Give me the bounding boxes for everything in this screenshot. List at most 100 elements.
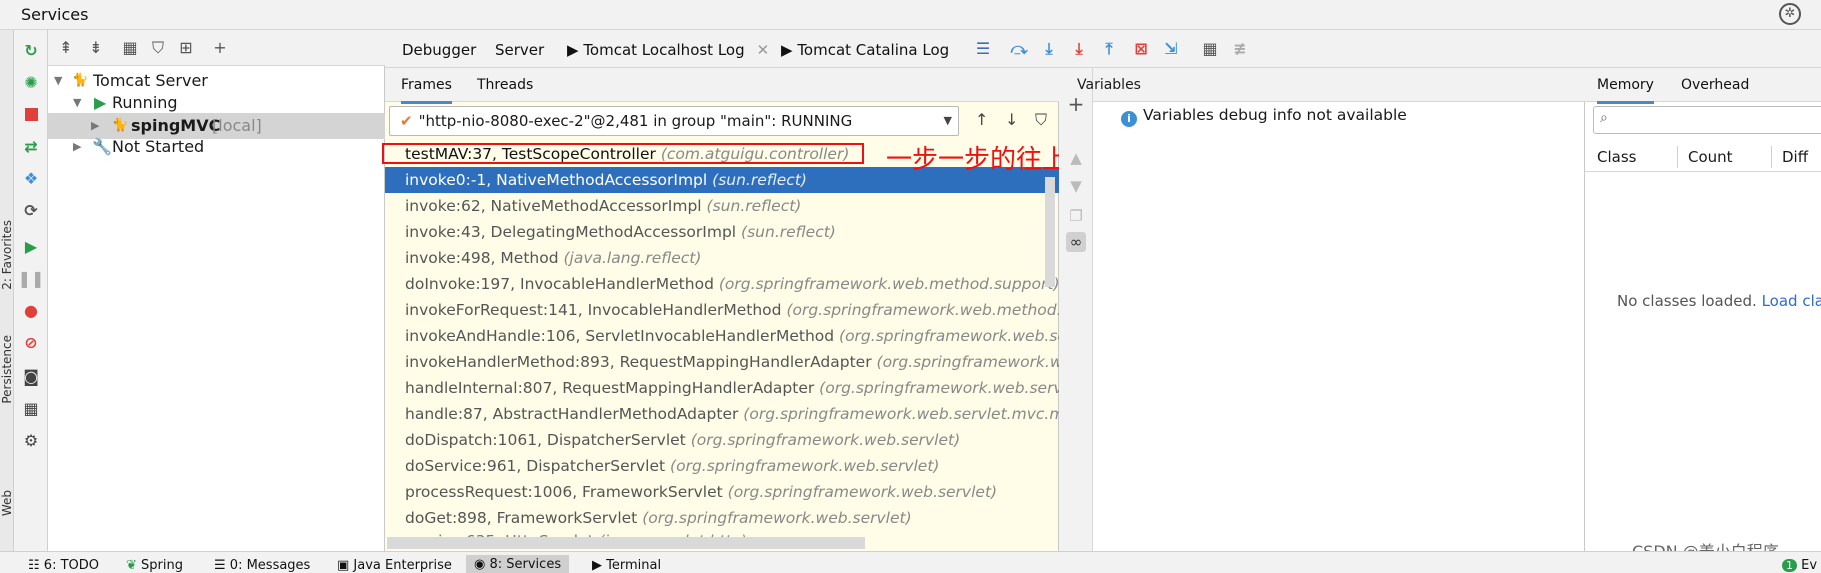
load-classes-link[interactable]: Load clas (1762, 292, 1821, 310)
view-breakpoints-icon[interactable]: ● (21, 300, 41, 320)
stack-frame[interactable]: processRequest:1006, FrameworkServlet (o… (385, 479, 1059, 505)
pause-icon[interactable]: ❚❚ (18, 268, 45, 288)
column-class[interactable]: Class (1597, 148, 1636, 166)
vertical-scrollbar[interactable] (1045, 177, 1055, 287)
stack-frame[interactable]: invokeForRequest:141, InvocableHandlerMe… (385, 297, 1059, 323)
copy-icon[interactable]: ❐ (1066, 206, 1086, 226)
refresh-icon[interactable]: ⟳ (21, 200, 41, 220)
frame-package: (org.springframework.web.servlet.mvc.met… (743, 405, 1059, 423)
tab-overhead[interactable]: Overhead (1681, 77, 1749, 93)
status-messages[interactable]: ☰ 0: Messages (214, 558, 310, 573)
update-app-icon[interactable]: ⇄ (21, 136, 41, 156)
tree-item-not-started[interactable]: ▶ 🔧 Not Started (48, 134, 385, 160)
frame-method: handle:87, AbstractHandlerMethodAdapter (405, 405, 739, 423)
status-services[interactable]: ◉ 8: Services (466, 555, 570, 573)
expand-all-icon[interactable]: ⇞ (56, 38, 76, 58)
frame-package: (sun.reflect) (706, 197, 802, 215)
mute-breakpoints-icon[interactable]: ⊘ (21, 332, 41, 352)
tab-threads[interactable]: Threads (477, 77, 533, 93)
trace-icon[interactable]: ≢ (1230, 39, 1250, 59)
show-execution-point-icon[interactable]: ☰ (973, 39, 993, 59)
tab-catalina-log[interactable]: ▶ Tomcat Catalina Log (781, 41, 949, 59)
stack-frame[interactable]: doService:961, DispatcherServlet (org.sp… (385, 453, 1059, 479)
web-tool-tab[interactable]: Web (0, 490, 14, 516)
resume-icon[interactable]: ▶ (21, 236, 41, 256)
column-count[interactable]: Count (1688, 148, 1733, 166)
stack-frame[interactable]: doInvoke:197, InvocableHandlerMethod (or… (385, 271, 1059, 297)
status-event-log[interactable]: 1 Ev (1782, 558, 1817, 573)
favorites-tool-tab[interactable]: 2: Favorites (0, 220, 14, 290)
previous-frame-icon[interactable]: ↑ (975, 110, 988, 129)
status-services-label: 8: Services (489, 557, 562, 572)
stack-frame[interactable]: doGet:898, FrameworkServlet (org.springf… (385, 505, 1059, 531)
persistence-tool-tab[interactable]: Persistence (0, 335, 14, 404)
run-to-cursor-icon[interactable]: ⇲ (1161, 39, 1181, 59)
stack-frame[interactable]: doDispatch:1061, DispatcherServlet (org.… (385, 427, 1059, 453)
tab-frames[interactable]: Frames (401, 77, 452, 104)
horizontal-scrollbar[interactable] (387, 537, 865, 549)
column-divider (1771, 146, 1772, 168)
frame-method: invokeForRequest:141, InvocableHandlerMe… (405, 301, 782, 319)
glasses-icon[interactable]: ∞ (1066, 232, 1086, 252)
filter-icon[interactable]: ⛉ (148, 38, 168, 58)
memory-search-input[interactable]: ⌕ (1593, 106, 1821, 134)
deploy-icon[interactable]: ❖ (21, 168, 41, 188)
services-action-column: ↻ ✺ ⇄ ❖ ⟳ ▶ ❚❚ ● ⊘ ◙ ▦ ⚙ (14, 30, 48, 551)
frame-package: (org.springframework.web.servlet) (642, 509, 912, 527)
status-terminal-label: Terminal (606, 558, 662, 573)
highlight-box (382, 143, 864, 164)
frame-method: invoke:62, NativeMethodAccessorImpl (405, 197, 702, 215)
column-diff[interactable]: Diff (1782, 148, 1808, 166)
move-up-icon[interactable]: ▲ (1066, 148, 1086, 168)
tab-memory[interactable]: Memory (1597, 77, 1654, 104)
tab-debugger[interactable]: Debugger (402, 41, 476, 59)
stack-frame[interactable]: invoke:43, DelegatingMethodAccessorImpl … (385, 219, 1059, 245)
chevron-down-icon[interactable]: ▼ (944, 107, 952, 135)
step-into-icon[interactable]: ⤓ (1039, 39, 1059, 59)
settings-icon[interactable]: ⚙ (21, 430, 41, 450)
stack-frame[interactable]: invokeHandlerMethod:893, RequestMappingH… (385, 349, 1059, 375)
stop-icon[interactable] (21, 104, 41, 124)
status-todo[interactable]: ☷ 6: TODO (28, 558, 99, 573)
memory-tab-bar: Memory Overhead (1585, 68, 1821, 104)
rerun-icon[interactable]: ↻ (21, 40, 41, 60)
group-by-icon[interactable]: ▦ (120, 38, 140, 58)
status-terminal[interactable]: ▶ Terminal (592, 558, 661, 573)
settings-gear-icon[interactable]: ✲ (1779, 3, 1801, 25)
step-over-icon[interactable]: ⤼ (1009, 39, 1029, 59)
memory-column-headers: Class Count Diff (1585, 142, 1821, 172)
check-icon: ✔ (400, 112, 413, 130)
frame-package: (java.lang.reflect) (563, 249, 702, 267)
frame-package: (sun.reflect) (741, 223, 836, 241)
debug-icon[interactable]: ✺ (21, 72, 41, 92)
drop-frame-icon[interactable]: ⊠ (1131, 39, 1151, 59)
next-frame-icon[interactable]: ↓ (1005, 110, 1018, 129)
status-java-enterprise[interactable]: ▣ Java Enterprise (337, 558, 452, 573)
evaluate-expression-icon[interactable]: ▦ (1200, 39, 1220, 59)
stack-frame[interactable]: handle:87, AbstractHandlerMethodAdapter … (385, 401, 1059, 427)
camera-icon[interactable]: ◙ (21, 366, 41, 386)
stack-frame[interactable]: invoke:498, Method (java.lang.reflect) (385, 245, 1059, 271)
tab-server[interactable]: Server (495, 41, 544, 59)
frame-method: doDispatch:1061, DispatcherServlet (405, 431, 686, 449)
add-watch-icon[interactable]: + (1066, 94, 1086, 114)
close-icon[interactable]: ✕ (757, 41, 770, 59)
status-spring[interactable]: ❦ Spring (126, 558, 183, 573)
force-step-into-icon[interactable]: ⤓ (1069, 39, 1089, 59)
frame-method: invokeAndHandle:106, ServletInvocableHan… (405, 327, 835, 345)
move-down-icon[interactable]: ▼ (1066, 176, 1086, 196)
tab-catalina-log-label: Tomcat Catalina Log (797, 41, 950, 59)
status-event-label: Ev (1801, 558, 1818, 573)
stack-frame[interactable]: invoke:62, NativeMethodAccessorImpl (sun… (385, 193, 1059, 219)
stack-frame[interactable]: handleInternal:807, RequestMappingHandle… (385, 375, 1059, 401)
collapse-all-icon[interactable]: ⇟ (86, 38, 106, 58)
stack-frame[interactable]: invokeAndHandle:106, ServletInvocableHan… (385, 323, 1059, 349)
add-service-icon[interactable]: + (210, 38, 230, 58)
layout-icon[interactable]: ▦ (21, 398, 41, 418)
filter-frames-icon[interactable]: ⛉ (1035, 110, 1047, 130)
collapsed-arrow-icon[interactable]: ▶ (73, 134, 81, 160)
step-out-icon[interactable]: ⤒ (1099, 39, 1119, 59)
tab-localhost-log[interactable]: ▶ Tomcat Localhost Log ✕ (567, 41, 769, 59)
thread-selector[interactable]: ✔ "http-nio-8080-exec-2"@2,481 in group "… (389, 106, 959, 136)
new-tab-icon[interactable]: ⊞ (176, 38, 196, 58)
